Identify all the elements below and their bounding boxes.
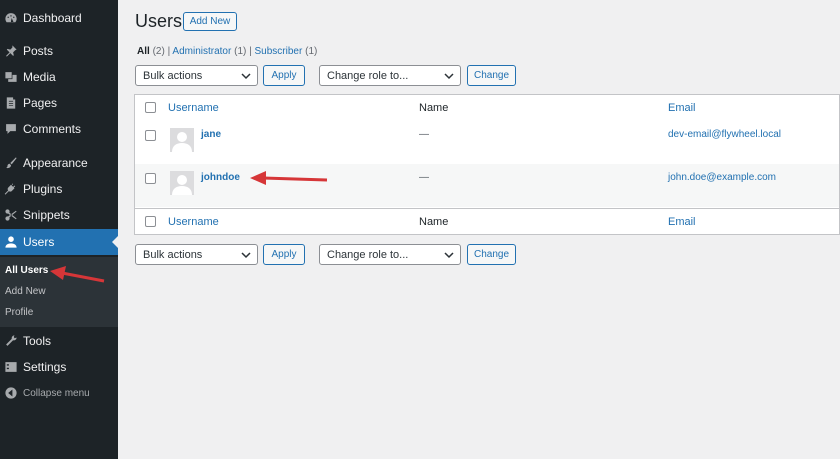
annotation-overlay (50, 171, 328, 283)
annotation-arrow-icon (50, 266, 105, 283)
annotation-arrow-icon (250, 171, 328, 185)
